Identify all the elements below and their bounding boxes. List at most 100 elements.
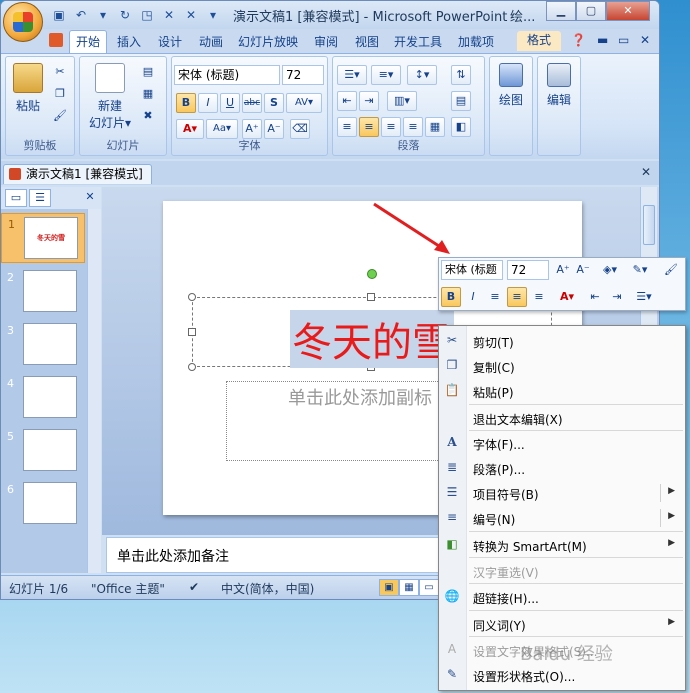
mini-align-right-icon[interactable]: ≡ [529, 287, 549, 307]
mini-font-size-combo[interactable]: 72 [507, 260, 549, 280]
align-text-icon[interactable]: ▤ [451, 91, 471, 111]
dropdown-arrow-icon[interactable]: ▾ [95, 7, 111, 23]
document-tab[interactable]: 演示文稿1 [兼容模式] [3, 164, 152, 184]
close-all-icon[interactable]: ✕ [183, 7, 199, 23]
numbering-button[interactable]: ≡▾ [371, 65, 401, 85]
paste-button[interactable]: 粘贴 [10, 63, 46, 114]
tab-animations[interactable]: 动画 [199, 33, 223, 50]
clear-format-icon[interactable]: ⌫ [290, 119, 310, 139]
tab-design[interactable]: 设计 [158, 33, 182, 50]
justify-icon[interactable]: ≡ [403, 117, 423, 137]
ribbon-minimize-icon[interactable]: ▬ [597, 33, 608, 47]
panel-close-icon[interactable]: ✕ [79, 189, 101, 207]
mini-bold-button[interactable]: B [441, 287, 461, 307]
menu-item-copy[interactable]: ❐ 复制(C) [439, 354, 685, 378]
redo-icon[interactable]: ↻ [117, 7, 133, 23]
undo-icon[interactable]: ↶ [73, 7, 89, 23]
tab-insert[interactable]: 插入 [117, 33, 141, 50]
mini-increase-indent-icon[interactable]: ⇥ [607, 287, 627, 307]
customize-qat-icon[interactable]: ▾ [205, 7, 221, 23]
menu-item-bullets[interactable]: ☰ 项目符号(B) ▶ [439, 481, 685, 505]
ribbon-close-icon[interactable]: ✕ [640, 33, 650, 47]
menu-item-hyperlink[interactable]: 🌐 超链接(H)... [439, 585, 685, 609]
rotation-handle[interactable] [367, 269, 377, 279]
tab-developer[interactable]: 开发工具 [394, 33, 442, 50]
slide-thumbnail[interactable]: 6 [1, 479, 85, 529]
tab-view[interactable]: 视图 [355, 33, 379, 50]
addin-icon-tab[interactable] [49, 33, 63, 50]
strikethrough-button[interactable]: abc [242, 93, 262, 113]
align-right-icon[interactable]: ≡ [381, 117, 401, 137]
change-case-button[interactable]: Aa▾ [206, 119, 238, 139]
menu-item-synonyms[interactable]: 同义词(Y) ▶ [439, 612, 685, 636]
copy-icon[interactable]: ❐ [50, 85, 70, 105]
font-size-combo[interactable]: 72 [282, 65, 324, 85]
resize-handle[interactable] [367, 293, 375, 301]
office-button[interactable] [3, 2, 43, 42]
delete-slide-icon[interactable]: ✖ [138, 107, 158, 127]
bold-button[interactable]: B [176, 93, 196, 113]
notes-pane[interactable]: 单击此处添加备注 [106, 537, 439, 573]
align-left-icon[interactable]: ≡ [337, 117, 357, 137]
mini-align-left-icon[interactable]: ≡ [485, 287, 505, 307]
grow-font-icon[interactable]: A⁺ [553, 260, 573, 280]
outline-view-tab[interactable]: ☰ [29, 189, 51, 207]
tab-addins[interactable]: 加载项 [458, 33, 494, 50]
help-icon[interactable]: ❓ [571, 33, 586, 47]
mini-italic-button[interactable]: I [463, 287, 483, 307]
scrollbar-thumb[interactable] [643, 205, 655, 245]
bullets-button[interactable]: ☰▾ [337, 65, 367, 85]
shrink-font-icon[interactable]: A⁻ [264, 119, 284, 139]
line-color-icon[interactable]: ✎▾ [627, 260, 653, 280]
slideshow-view-icon[interactable]: ▭ [419, 579, 439, 596]
mini-font-name-combo[interactable]: 宋体 (标题 [441, 260, 503, 280]
shrink-font-icon[interactable]: A⁻ [573, 260, 593, 280]
slide-thumbnail[interactable]: 5 [1, 426, 85, 476]
normal-view-icon[interactable]: ▣ [379, 579, 399, 596]
spellcheck-icon[interactable]: ✔ [189, 580, 199, 594]
menu-item-shape-format[interactable]: ✎ 设置形状格式(O)... [439, 663, 685, 687]
new-slide-button[interactable]: 新建 幻灯片▾ [84, 63, 136, 131]
font-color-button[interactable]: A▾ [176, 119, 204, 139]
menu-item-paste[interactable]: 📋 粘贴(P) [439, 379, 685, 403]
tab-format[interactable]: 格式 [517, 31, 562, 51]
underline-button[interactable]: U [220, 93, 240, 113]
increase-indent-icon[interactable]: ⇥ [359, 91, 379, 111]
shadow-button[interactable]: S [264, 93, 284, 113]
menu-item-convert-smartart[interactable]: ◧ 转换为 SmartArt(M) ▶ [439, 533, 685, 557]
tab-slideshow[interactable]: 幻灯片放映 [238, 33, 298, 50]
menu-item-paragraph[interactable]: ≣ 段落(P)... [439, 456, 685, 480]
minimize-button[interactable]: ▁ [546, 1, 576, 21]
align-center-icon[interactable]: ≡ [359, 117, 379, 137]
resize-handle[interactable] [188, 293, 196, 301]
line-spacing-button[interactable]: ↕▾ [407, 65, 437, 85]
layout-icon[interactable]: ▤ [138, 63, 158, 83]
italic-button[interactable]: I [198, 93, 218, 113]
language[interactable]: 中文(简体，中国) [221, 580, 314, 597]
mini-bullets-button[interactable]: ☰▾ [629, 287, 659, 307]
smartart-icon[interactable]: ◧ [451, 117, 471, 137]
cut-icon[interactable]: ✂ [50, 63, 70, 83]
format-painter-icon[interactable]: 🖌 [661, 260, 681, 280]
menu-item-exit-text-edit[interactable]: 退出文本编辑(X) [439, 406, 685, 430]
decrease-indent-icon[interactable]: ⇤ [337, 91, 357, 111]
slide-thumbnail[interactable]: 3 [1, 320, 85, 370]
maximize-button[interactable]: ▢ [576, 1, 606, 21]
format-painter-icon[interactable]: 🖌 [50, 107, 70, 127]
reset-icon[interactable]: ▦ [138, 85, 158, 105]
ribbon-restore-icon[interactable]: ▭ [618, 33, 629, 47]
mini-align-center-icon[interactable]: ≡ [507, 287, 527, 307]
slides-panel-scrollbar[interactable] [87, 209, 101, 573]
text-direction-icon[interactable]: ⇅ [451, 65, 471, 85]
menu-item-cut[interactable]: ✂ 剪切(T) [439, 329, 685, 353]
resize-handle[interactable] [188, 363, 196, 371]
mini-font-color-button[interactable]: A▾ [553, 287, 581, 307]
slide-thumbnail[interactable]: 4 [1, 373, 85, 423]
document-close-icon[interactable]: ✕ [641, 165, 651, 179]
menu-item-numbering[interactable]: ≡ 编号(N) ▶ [439, 506, 685, 530]
save-icon[interactable]: ▣ [51, 7, 67, 23]
slides-view-tab[interactable]: ▭ [5, 189, 27, 207]
drawing-button[interactable]: 绘图 [494, 63, 528, 108]
mini-decrease-indent-icon[interactable]: ⇤ [585, 287, 605, 307]
slide-thumbnail[interactable]: 1 冬天的雪 [1, 213, 85, 263]
